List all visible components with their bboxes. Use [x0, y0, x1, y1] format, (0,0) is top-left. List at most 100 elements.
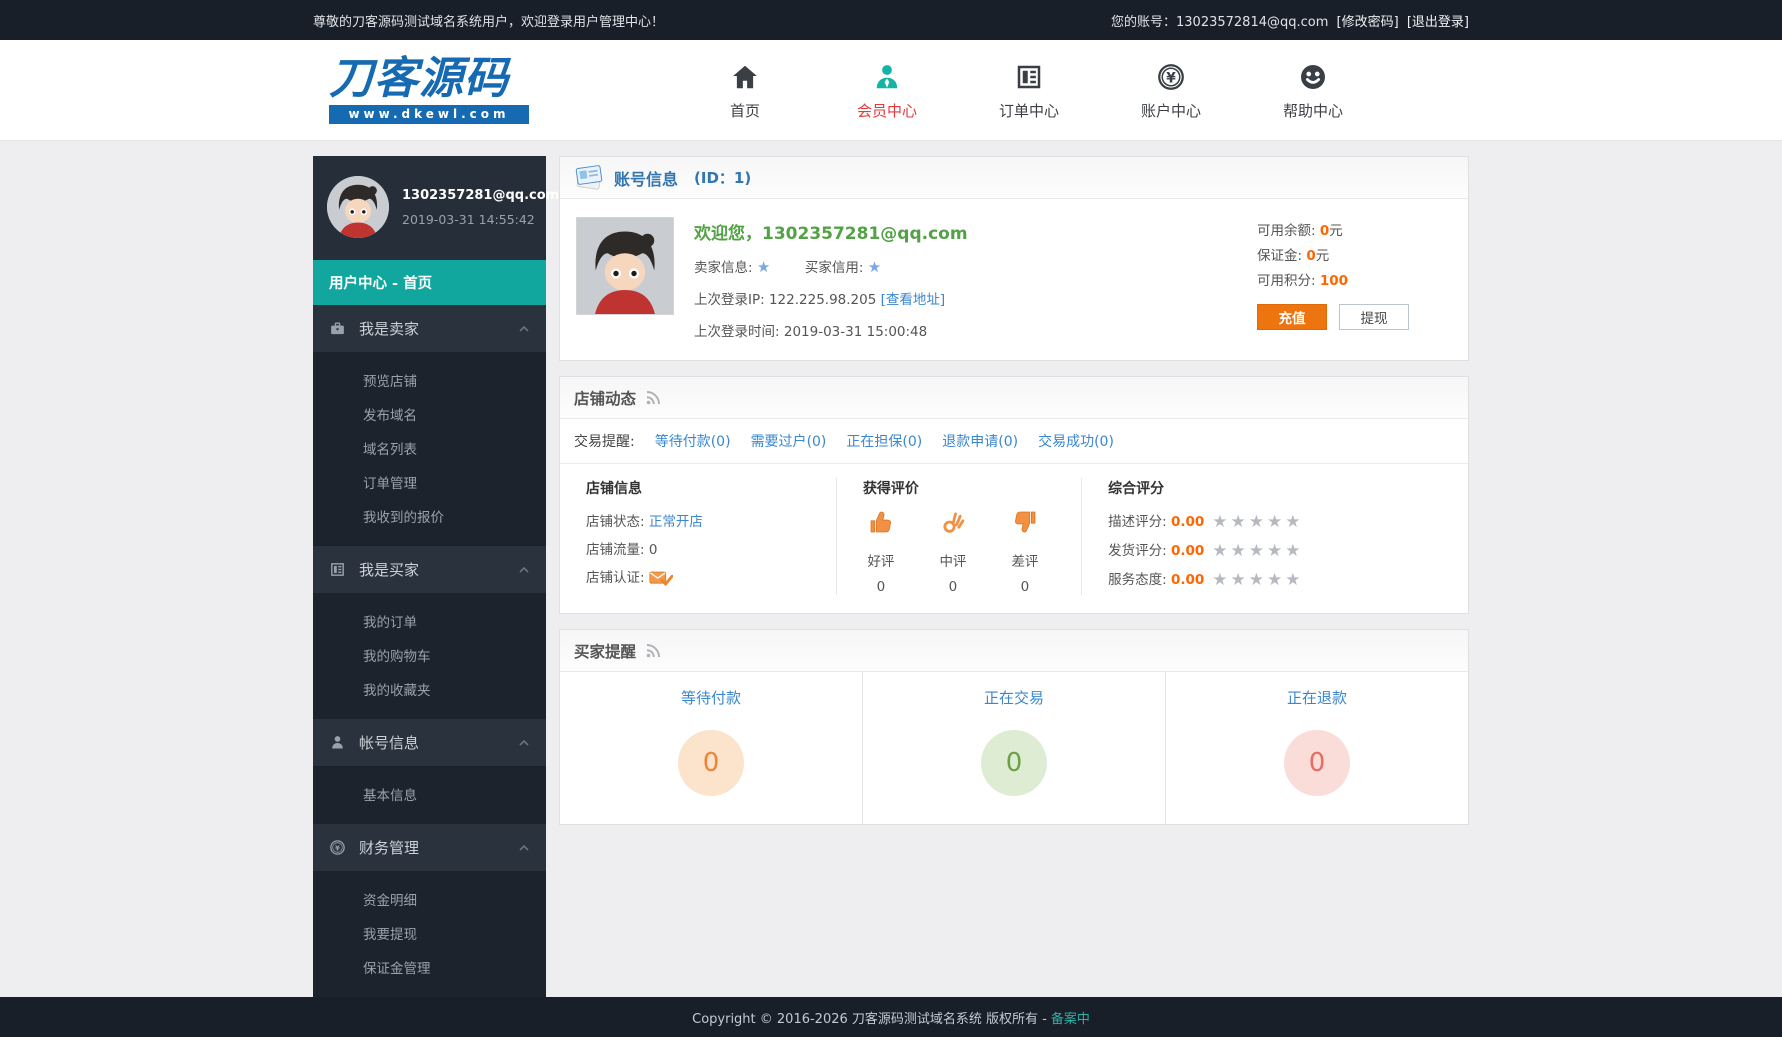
- panel-title: 店铺动态: [574, 387, 636, 409]
- nav-label: 会员中心: [843, 100, 931, 121]
- nav-label: 首页: [701, 100, 789, 121]
- reminder-need-transfer[interactable]: 需要过户(0): [751, 431, 827, 451]
- sidebar-item-my-orders[interactable]: 我的订单: [313, 604, 546, 638]
- reminder-completed[interactable]: 交易成功(0): [1038, 431, 1114, 451]
- shop-traffic-value: 0: [649, 536, 658, 564]
- withdraw-button[interactable]: 提现: [1339, 304, 1409, 330]
- sidebar-item-basic-info[interactable]: 基本信息: [313, 777, 546, 811]
- logo-subtitle: www.dkewl.com: [329, 105, 529, 124]
- buyer-reminder-header: 买家提醒: [560, 630, 1468, 672]
- points-label: 可用积分:: [1257, 273, 1316, 289]
- points-value: 100: [1320, 273, 1348, 289]
- chevron-up-icon: [518, 844, 530, 852]
- section-label: 我是买家: [359, 559, 419, 580]
- star-rating-icons: ★★★★★: [1212, 537, 1303, 566]
- logo-title: 刀客源码: [329, 56, 529, 102]
- score-value: 0.00: [1171, 508, 1204, 537]
- sidebar-section-buyer[interactable]: 我是买家: [313, 546, 546, 593]
- shop-dynamics-panel: 店铺动态 交易提醒: 等待付款(0) 需要过户(0) 正在担保(0) 退款申请(…: [559, 376, 1469, 614]
- score-value: 0.00: [1171, 537, 1204, 566]
- site-logo[interactable]: 刀客源码 www.dkewl.com: [329, 56, 529, 123]
- logout-link[interactable]: [退出登录]: [1407, 15, 1469, 30]
- page: 尊敬的刀客源码测试域名系统用户，欢迎登录用户管理中心！ 您的账号：1302357…: [0, 0, 1782, 1037]
- sidebar-item-publish-domain[interactable]: 发布域名: [313, 397, 546, 431]
- account-email: 13023572814@qq.com: [1176, 15, 1328, 30]
- last-time-line: 上次登录时间: 2019-03-31 15:00:48: [694, 320, 1257, 340]
- sidebar-item-preview-shop[interactable]: 预览店铺: [313, 363, 546, 397]
- sidebar-group-finance: 资金明细 我要提现 保证金管理: [313, 871, 546, 997]
- sidebar-group-account-info: 基本信息: [313, 766, 546, 824]
- sidebar-section-seller[interactable]: 我是卖家: [313, 305, 546, 352]
- buyer-cell-waiting-payment[interactable]: 等待付款 0: [560, 672, 863, 824]
- rating-label: 中评: [939, 550, 967, 570]
- nav-item-account-center[interactable]: ¥ 账户中心: [1127, 59, 1215, 121]
- sidebar-profile: 1302357281@qq.com 2019-03-31 14:55:42: [313, 156, 546, 260]
- reminder-label: 交易提醒:: [574, 431, 635, 451]
- reminder-refund-request[interactable]: 退款申请(0): [942, 431, 1018, 451]
- account-info-panel: 账号信息 (ID：1) 欢迎您，1302357281@qq.com 卖家信息: …: [559, 156, 1469, 361]
- account-icon: ¥: [1156, 62, 1186, 92]
- nav-item-help-center[interactable]: 帮助中心: [1269, 59, 1357, 121]
- shop-status-link[interactable]: 正常开店: [649, 508, 703, 536]
- buyer-cell-refunding[interactable]: 正在退款 0: [1166, 672, 1468, 824]
- reminder-waiting-payment[interactable]: 等待付款(0): [655, 431, 731, 451]
- rss-icon: [644, 642, 662, 660]
- sidebar-item-withdraw[interactable]: 我要提现: [313, 916, 546, 950]
- beian-link[interactable]: 备案中: [1051, 1008, 1090, 1027]
- deposit-label: 保证金:: [1257, 248, 1302, 264]
- ok-hand-icon: [939, 508, 967, 536]
- star-rating-icons: ★★★★★: [1212, 566, 1303, 595]
- sidebar-section-account-info[interactable]: 帐号信息: [313, 719, 546, 766]
- sidebar-item-my-cart[interactable]: 我的购物车: [313, 638, 546, 672]
- sidebar-item-order-manage[interactable]: 订单管理: [313, 465, 546, 499]
- sidebar-section-finance[interactable]: ¥ 财务管理: [313, 824, 546, 871]
- count-badge: 0: [1284, 730, 1350, 796]
- sidebar-item-user-center-home[interactable]: 用户中心 - 首页: [313, 260, 546, 305]
- star-rating-icons: ★★★★★: [1212, 508, 1303, 537]
- change-password-link[interactable]: [修改密码]: [1337, 15, 1399, 30]
- nav-item-home[interactable]: 首页: [701, 59, 789, 121]
- nav-item-order-center[interactable]: 订单中心: [985, 59, 1073, 121]
- score-label: 服务态度:: [1108, 566, 1167, 595]
- recharge-button[interactable]: 充值: [1257, 304, 1327, 330]
- welcome-message: 尊敬的刀客源码测试域名系统用户，欢迎登录用户管理中心！: [313, 11, 664, 30]
- last-ip-line: 上次登录IP: 122.225.98.205 [查看地址]: [694, 288, 1257, 308]
- rating-label: 差评: [1011, 550, 1039, 570]
- shop-cert-label: 店铺认证:: [586, 564, 645, 592]
- nav-label: 帮助中心: [1269, 100, 1357, 121]
- score-label: 描述评分:: [1108, 508, 1167, 537]
- profile-login-time: 2019-03-31 14:55:42: [402, 212, 559, 227]
- shop-info-column: 店铺信息 店铺状态: 正常开店 店铺流量: 0 店铺认证:: [560, 478, 837, 595]
- account-label: 您的账号：: [1111, 15, 1176, 30]
- reminder-in-escrow[interactable]: 正在担保(0): [846, 431, 922, 451]
- sidebar-item-received-offers[interactable]: 我收到的报价: [313, 499, 546, 533]
- sidebar-item-fund-details[interactable]: 资金明细: [313, 882, 546, 916]
- balance-block: 可用余额: 0元 保证金: 0元 可用积分: 100: [1257, 217, 1452, 340]
- column-title: 综合评分: [1108, 478, 1442, 498]
- cell-title: 正在退款: [1166, 687, 1468, 708]
- score-shipping: 发货评分: 0.00 ★★★★★: [1108, 537, 1442, 566]
- panel-title: 买家提醒: [574, 640, 636, 662]
- buyer-cell-in-transaction[interactable]: 正在交易 0: [863, 672, 1166, 824]
- user-icon: [329, 734, 346, 751]
- chevron-up-icon: [518, 739, 530, 747]
- list-icon: [329, 561, 346, 578]
- view-address-link[interactable]: [查看地址]: [881, 292, 946, 308]
- coin-icon: ¥: [329, 839, 346, 856]
- sidebar-item-my-favorites[interactable]: 我的收藏夹: [313, 672, 546, 706]
- balance-row: 可用余额: 0元: [1257, 219, 1452, 244]
- buyer-credit-label: 买家信用:: [805, 260, 864, 276]
- svg-text:¥: ¥: [1166, 71, 1176, 87]
- balance-label: 可用余额:: [1257, 223, 1316, 239]
- nav-item-member-center[interactable]: 会员中心: [843, 59, 931, 121]
- sidebar-item-domain-list[interactable]: 域名列表: [313, 431, 546, 465]
- main-area: 1302357281@qq.com 2019-03-31 14:55:42 用户…: [0, 141, 1782, 997]
- home-icon: [730, 62, 760, 92]
- last-ip-value: 122.225.98.205: [769, 292, 876, 308]
- last-ip-label: 上次登录IP:: [694, 292, 765, 308]
- shop-status-label: 店铺状态:: [586, 508, 645, 536]
- sidebar-item-deposit-manage[interactable]: 保证金管理: [313, 950, 546, 984]
- shop-traffic-label: 店铺流量:: [586, 536, 645, 564]
- ratings-column: 获得评价 好评 0 中评 0: [837, 478, 1082, 595]
- column-title: 获得评价: [863, 478, 1055, 498]
